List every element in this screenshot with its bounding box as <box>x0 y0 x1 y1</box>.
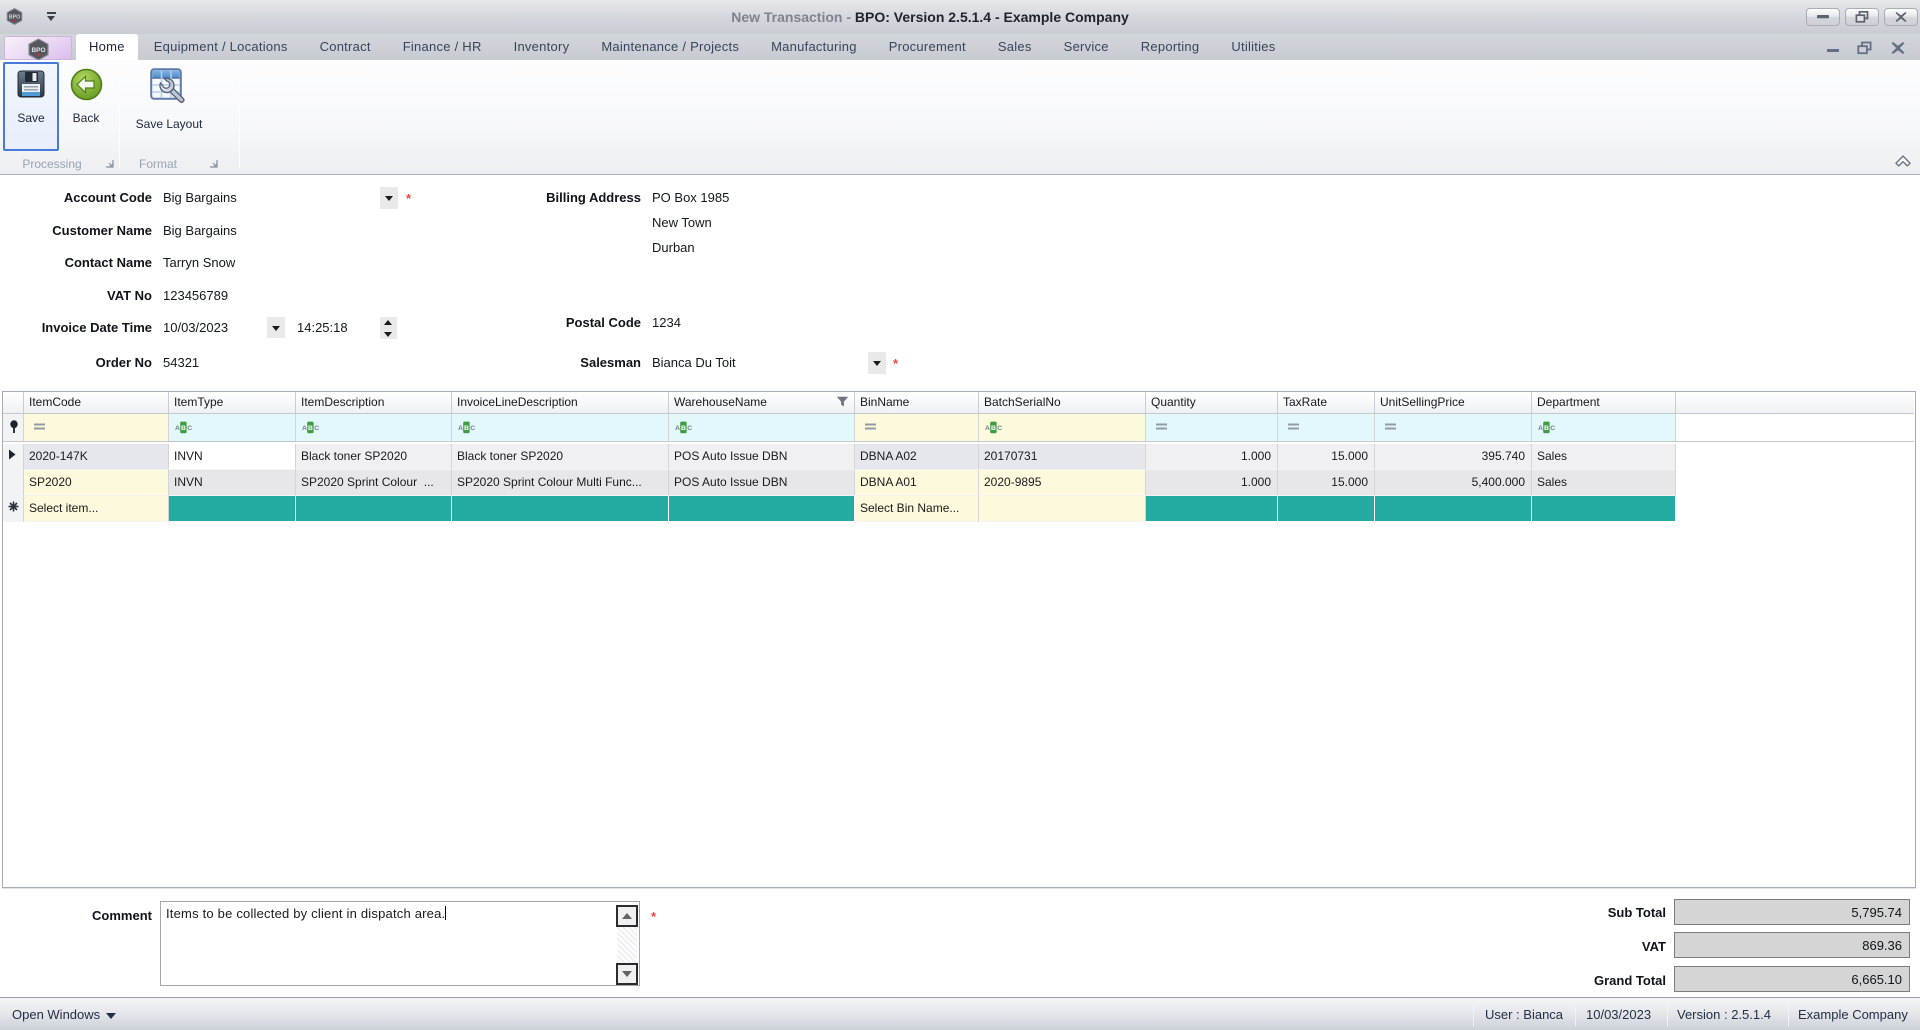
svg-text:B: B <box>308 425 313 432</box>
svg-text:B: B <box>464 425 469 432</box>
svg-text:C: C <box>470 425 475 432</box>
svg-text:B: B <box>991 425 996 432</box>
svg-text:B: B <box>1544 425 1549 432</box>
svg-text:A: A <box>175 425 180 432</box>
svg-text:C: C <box>687 425 692 432</box>
svg-text:A: A <box>458 425 463 432</box>
svg-text:A: A <box>1538 425 1543 432</box>
svg-text:A: A <box>675 425 680 432</box>
svg-text:B: B <box>181 425 186 432</box>
svg-text:C: C <box>187 425 192 432</box>
svg-text:BPO: BPO <box>31 47 45 54</box>
svg-text:C: C <box>314 425 319 432</box>
svg-text:C: C <box>1550 425 1555 432</box>
svg-text:C: C <box>997 425 1002 432</box>
svg-text:B: B <box>681 425 686 432</box>
svg-text:A: A <box>985 425 990 432</box>
svg-text:A: A <box>302 425 307 432</box>
